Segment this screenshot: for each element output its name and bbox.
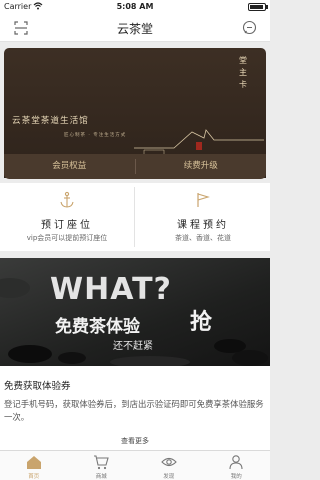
promo-banner[interactable]: WHAT? 免费茶体验 抢 还不赶紧 bbox=[0, 258, 270, 366]
battery-icon bbox=[248, 3, 266, 11]
cart-icon bbox=[94, 455, 109, 470]
reserve-seat-label: 预订座位 bbox=[41, 220, 93, 231]
tab-bar: 首页 商城 发现 我的 bbox=[0, 450, 270, 480]
chat-icon[interactable] bbox=[242, 20, 257, 35]
tab-renew-upgrade[interactable]: 续费升级 bbox=[136, 154, 267, 179]
promo-hurry: 还不赶紧 bbox=[113, 341, 153, 352]
card-brand: 云茶堂茶道生活馆 bbox=[12, 116, 89, 126]
promo-what: WHAT? bbox=[50, 272, 172, 307]
tab-home[interactable]: 首页 bbox=[0, 451, 68, 480]
reserve-seat-desc: vip会员可以提前预订座位 bbox=[26, 234, 108, 242]
anchor-icon bbox=[60, 191, 74, 208]
tab-discover[interactable]: 发现 bbox=[135, 451, 203, 480]
services-panel: 预订座位 vip会员可以提前预订座位 课程预约 茶道、香道、花道 bbox=[0, 183, 270, 251]
battery-tip bbox=[266, 5, 268, 9]
tab-home-label: 首页 bbox=[28, 474, 40, 480]
tab-shop-label: 商城 bbox=[95, 474, 107, 480]
eye-icon bbox=[160, 457, 177, 467]
flag-icon bbox=[197, 193, 210, 207]
trial-title: 免费获取体验券 bbox=[4, 381, 71, 392]
tab-member-benefits[interactable]: 会员权益 bbox=[4, 154, 135, 179]
tab-shop[interactable]: 商城 bbox=[68, 451, 136, 480]
view-more-link[interactable]: 查看更多 bbox=[0, 436, 270, 446]
card-badge: 堂主卡 bbox=[239, 56, 247, 89]
nav-bar: 云茶堂 bbox=[0, 14, 270, 42]
course-booking-button[interactable]: 课程预约 茶道、香道、花道 bbox=[136, 183, 270, 251]
clock: 5:08 AM bbox=[116, 2, 154, 11]
services-divider bbox=[134, 187, 135, 247]
tab-discover-label: 发现 bbox=[163, 474, 175, 480]
trial-section: 免费获取体验券 登记手机号码，获取体验券后，到店出示验证码即可免费享茶体验服务一… bbox=[0, 366, 270, 450]
home-icon bbox=[26, 456, 41, 469]
card-slogan: 匠心制茶 · 专注生活方式 bbox=[64, 133, 127, 138]
red-seal bbox=[196, 142, 202, 150]
promo-grab: 抢 bbox=[190, 310, 213, 335]
tab-mine[interactable]: 我的 bbox=[203, 451, 271, 480]
user-icon bbox=[229, 455, 243, 470]
course-booking-label: 课程预约 bbox=[177, 220, 229, 231]
reserve-seat-button[interactable]: 预订座位 vip会员可以提前预订座位 bbox=[0, 183, 134, 251]
page-title: 云茶堂 bbox=[116, 22, 153, 36]
promo-headline: 免费茶体验 bbox=[55, 317, 140, 337]
card-tabs: 会员权益 续费升级 bbox=[4, 154, 266, 179]
trial-description: 登记手机号码，获取体验券后，到店出示验证码即可免费享茶体验服务一次。 bbox=[4, 399, 264, 422]
course-booking-desc: 茶道、香道、花道 bbox=[175, 234, 231, 242]
status-bar: Carrier 5:08 AM bbox=[0, 0, 270, 14]
tab-mine-label: 我的 bbox=[230, 474, 242, 480]
